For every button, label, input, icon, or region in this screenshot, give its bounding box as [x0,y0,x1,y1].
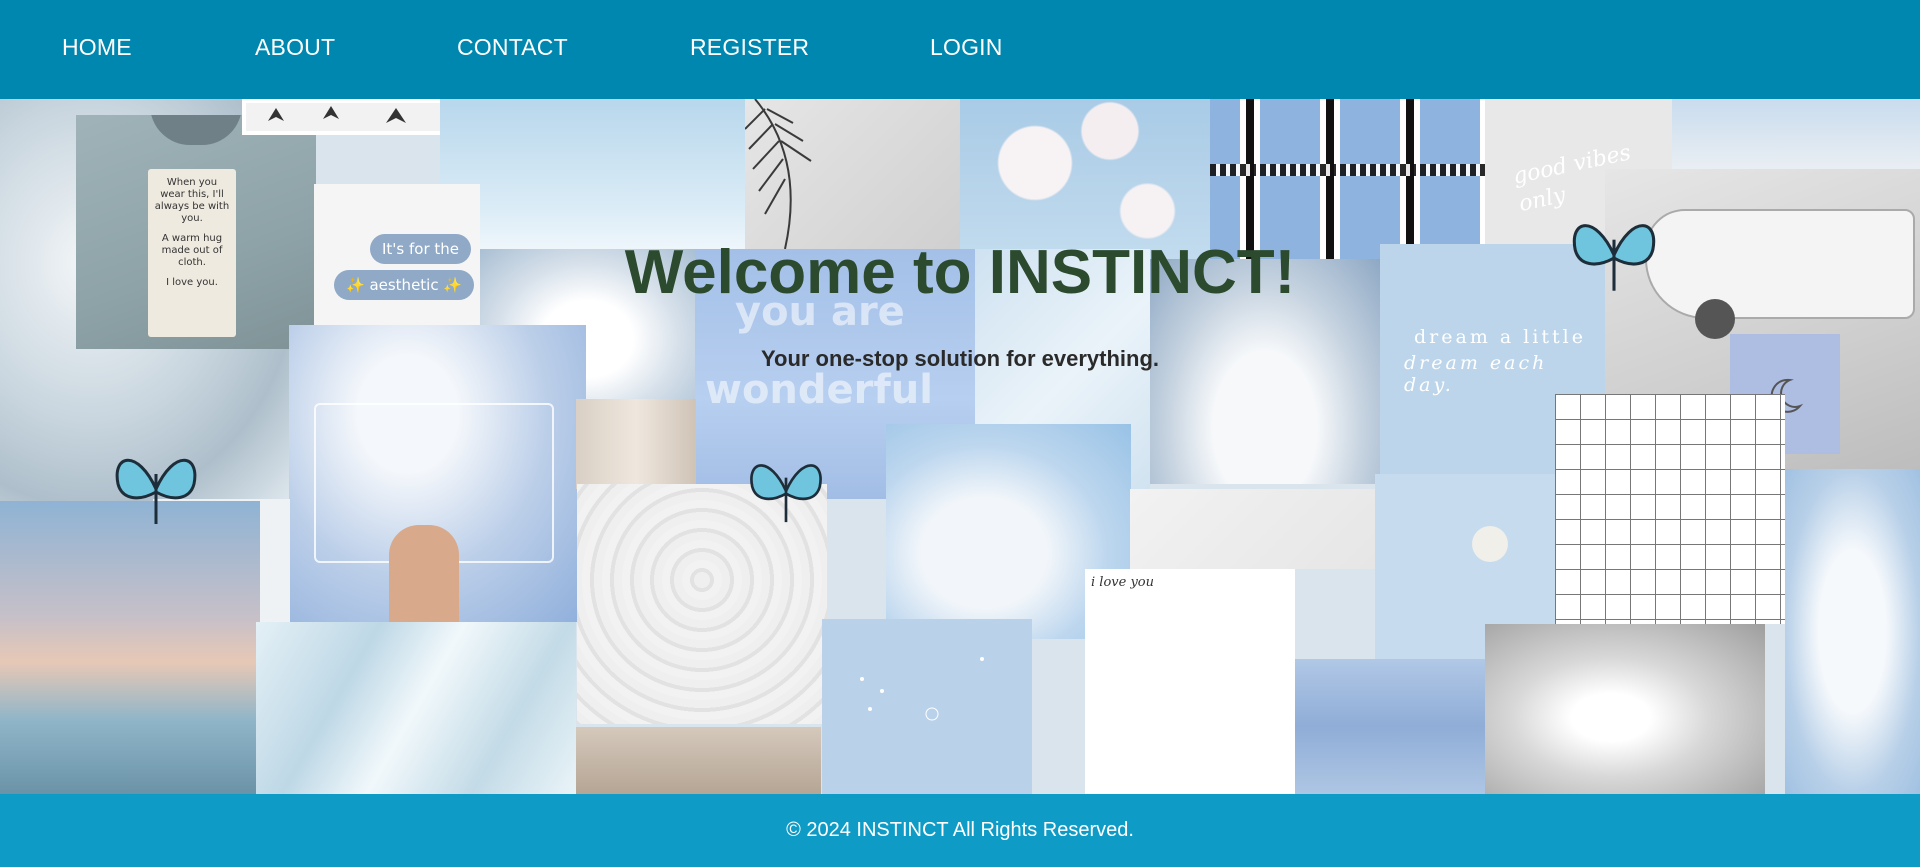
love-pattern-text: i love you [1091,575,1154,590]
nav-link-login[interactable]: LOGIN [930,34,1003,61]
tag-line: When you [166,177,218,188]
hero-title: Welcome to INSTINCT! [624,238,1296,307]
hero-subtitle: Your one-stop solution for everything. [760,346,1160,371]
constellation-image [822,619,1032,794]
nav-link-contact[interactable]: CONTACT [457,34,568,61]
aesthetic-collage-background: When you wear this, I'll always be with … [0,99,1920,794]
nav-link-register[interactable]: REGISTER [690,34,809,61]
blue-butterfly-icon [108,444,204,534]
marble-column-image [576,399,696,489]
star-constellation-icons [860,657,984,721]
grid-paper-image [1555,394,1785,624]
footer-copyright: © 2024 INSTINCT All Rights Reserved. [786,819,1134,841]
beach-sunset-image [0,501,260,794]
plaid-pattern-image [1210,99,1485,259]
blue-butterfly-icon [743,451,829,531]
palm-leaf-icon [745,99,812,250]
love-letter-pattern-image: i love you [1085,569,1295,794]
classical-building-image [576,727,821,794]
satin-fabric-image [256,622,576,794]
blossom-sky-image [1672,99,1920,169]
soft-white-image [1130,489,1375,569]
church-interior-image [1485,624,1765,794]
tag-line: always be with [154,201,230,212]
fluffy-clouds-image [1785,469,1920,794]
sky-airplane-image [440,99,745,249]
tag-line: wear this, I'll [160,189,224,200]
tag-line: you. [181,213,203,224]
top-navigation-bar: HOME ABOUT CONTACT REGISTER LOGIN [0,0,1920,99]
wonderful-text: wonderful [705,367,933,413]
nav-link-about[interactable]: ABOUT [255,34,335,61]
ocean-waves-image [1295,659,1485,794]
palm-leaf-image [745,99,960,259]
footer: © 2024 INSTINCT All Rights Reserved. [0,794,1920,867]
dream-line-1: dream a little [1414,326,1586,348]
shirt-tag-image: When you wear this, I'll always be with … [76,115,316,349]
nav-link-home[interactable]: HOME [62,34,132,61]
cherry-blossom-image [960,99,1210,259]
